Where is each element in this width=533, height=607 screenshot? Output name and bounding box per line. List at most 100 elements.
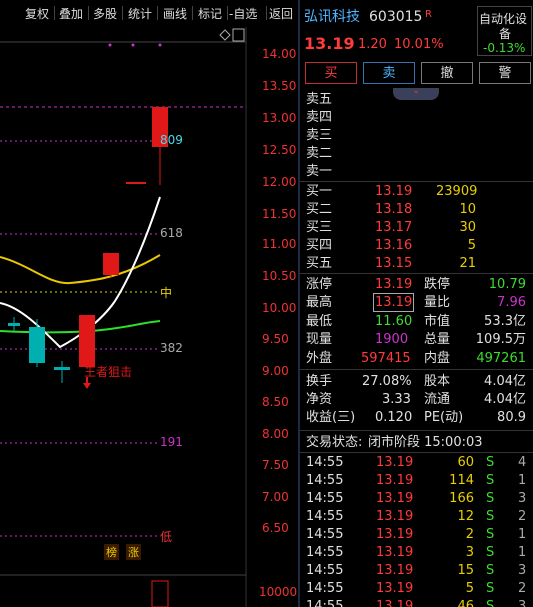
last-volume-label: 现量 [306, 332, 333, 347]
low-value: 11.60 [375, 314, 413, 329]
pe-value: 80.9 [497, 410, 526, 425]
fib-618-label: 618 [160, 226, 183, 240]
sell-button[interactable]: 卖 [363, 62, 415, 84]
tick-side: S [486, 455, 495, 470]
window-toggle-icon [232, 28, 245, 42]
multi-stock-button[interactable]: 多股 [93, 5, 117, 22]
tick-row: 14:55 13.19 60 S 4 [300, 454, 533, 472]
tick-price: 13.19 [376, 455, 414, 470]
ask5-label: 卖五 [306, 92, 333, 107]
margin-tag: R [425, 9, 432, 20]
tick-count: 3 [518, 491, 527, 506]
price-tick: 7.50 [262, 458, 289, 472]
trade-status-label: 交易状态: [306, 435, 363, 450]
tick-price: 13.19 [376, 581, 414, 596]
collapse-toggle[interactable]: ⌄ [393, 85, 439, 100]
tick-count: 3 [518, 563, 527, 578]
tick-side: S [486, 599, 495, 607]
limit-up-label: 涨停 [306, 277, 333, 292]
bid1-label: 买一 [306, 184, 333, 199]
toolbar-divider [54, 6, 55, 20]
tick-volume: 60 [457, 455, 474, 470]
limit-down-value: 10.79 [488, 277, 526, 292]
bid1-volume: 23909 [436, 184, 478, 199]
rank-badge[interactable]: 榜 [104, 544, 119, 560]
volume-tick: 10000 [259, 585, 298, 599]
market-cap-value: 53.3亿 [484, 314, 526, 329]
last-volume-value: 1900 [375, 332, 409, 347]
share-capital-label: 股本 [424, 374, 451, 389]
cancel-order-button[interactable]: 撤 [421, 62, 473, 84]
alert-button[interactable]: 警 [479, 62, 531, 84]
toolbar-divider [227, 6, 228, 20]
tick-volume: 5 [465, 581, 474, 596]
price-change-pct: 10.01% [394, 37, 444, 52]
tick-price: 13.19 [376, 509, 414, 524]
price-tick: 8.50 [262, 395, 289, 409]
tick-row: 14:55 13.19 46 S 3 [300, 598, 533, 607]
tick-side: S [486, 545, 495, 560]
share-capital-value: 4.04亿 [484, 374, 526, 389]
tick-volume: 12 [457, 509, 474, 524]
trade-status-value: 闭市阶段 15:00:03 [368, 435, 483, 450]
bid2-label: 买二 [306, 202, 333, 217]
divider [300, 369, 533, 370]
restore-rights-button[interactable]: 复权 [25, 5, 49, 22]
price-tick: 14.00 [262, 47, 297, 61]
fib-low-label: 低 [160, 530, 173, 544]
total-volume-label: 总量 [424, 332, 451, 347]
sector-name-cont: 备 [499, 27, 512, 41]
price-tick: 13.50 [262, 79, 297, 93]
float-shares-label: 流通 [424, 392, 451, 407]
statistics-button[interactable]: 统计 [128, 5, 152, 22]
price-tick: 13.00 [262, 111, 297, 125]
bid5-price: 13.15 [375, 256, 413, 271]
inner-volume-label: 内盘 [424, 351, 451, 366]
ask3-label: 卖三 [306, 128, 333, 143]
tick-count: 4 [518, 455, 527, 470]
tick-list[interactable]: 14:55 13.19 60 S 4 14:55 13.19 114 S 1 1… [300, 454, 533, 607]
tick-volume: 46 [457, 599, 474, 607]
bid3-price: 13.17 [375, 220, 413, 235]
bid3-label: 买三 [306, 220, 333, 235]
bid1-price: 13.19 [375, 184, 413, 199]
high-label: 最高 [306, 295, 333, 310]
tick-row: 14:55 13.19 15 S 3 [300, 562, 533, 580]
low-label: 最低 [306, 314, 333, 329]
float-shares-value: 4.04亿 [484, 392, 526, 407]
sector-change: -0.13% [483, 41, 526, 55]
price-tick: 8.00 [262, 427, 289, 441]
eps-value: 0.120 [375, 410, 413, 425]
tick-volume: 166 [449, 491, 474, 506]
limit-up-badge[interactable]: 涨 [126, 544, 141, 560]
tick-row: 14:55 13.19 114 S 1 [300, 472, 533, 490]
tick-price: 13.19 [376, 599, 414, 607]
tick-price: 13.19 [376, 563, 414, 578]
diamond-icon [219, 29, 231, 41]
total-volume-value: 109.5万 [475, 332, 526, 347]
turnover-label: 换手 [306, 374, 333, 389]
tick-row: 14:55 13.19 12 S 2 [300, 508, 533, 526]
price-tick: 11.50 [262, 207, 297, 221]
tick-price: 13.19 [376, 545, 414, 560]
mark-button[interactable]: 标记 [198, 5, 222, 22]
tick-side: S [486, 563, 495, 578]
tick-time: 14:55 [306, 509, 344, 524]
sector-box[interactable]: 自动化设 备 -0.13% [477, 6, 532, 56]
tick-side: S [486, 491, 495, 506]
toolbar-divider [122, 6, 123, 20]
toolbar-divider [157, 6, 158, 20]
price-tick: 10.50 [262, 269, 297, 283]
overlay-button[interactable]: 叠加 [59, 5, 83, 22]
add-watchlist-button[interactable]: -自选 [229, 5, 257, 22]
bid4-label: 买四 [306, 238, 333, 253]
tick-price: 13.19 [376, 473, 414, 488]
draw-line-button[interactable]: 画线 [163, 5, 187, 22]
tick-count: 3 [518, 599, 527, 607]
divider [300, 452, 533, 453]
buy-button[interactable]: 买 [305, 62, 357, 84]
back-button[interactable]: 返回 [269, 5, 293, 22]
tick-time: 14:55 [306, 491, 344, 506]
kline-chart[interactable]: 14.00 13.50 13.00 12.50 12.00 11.50 11.0… [0, 27, 298, 607]
chevron-down-icon: ⌄ [412, 85, 421, 96]
